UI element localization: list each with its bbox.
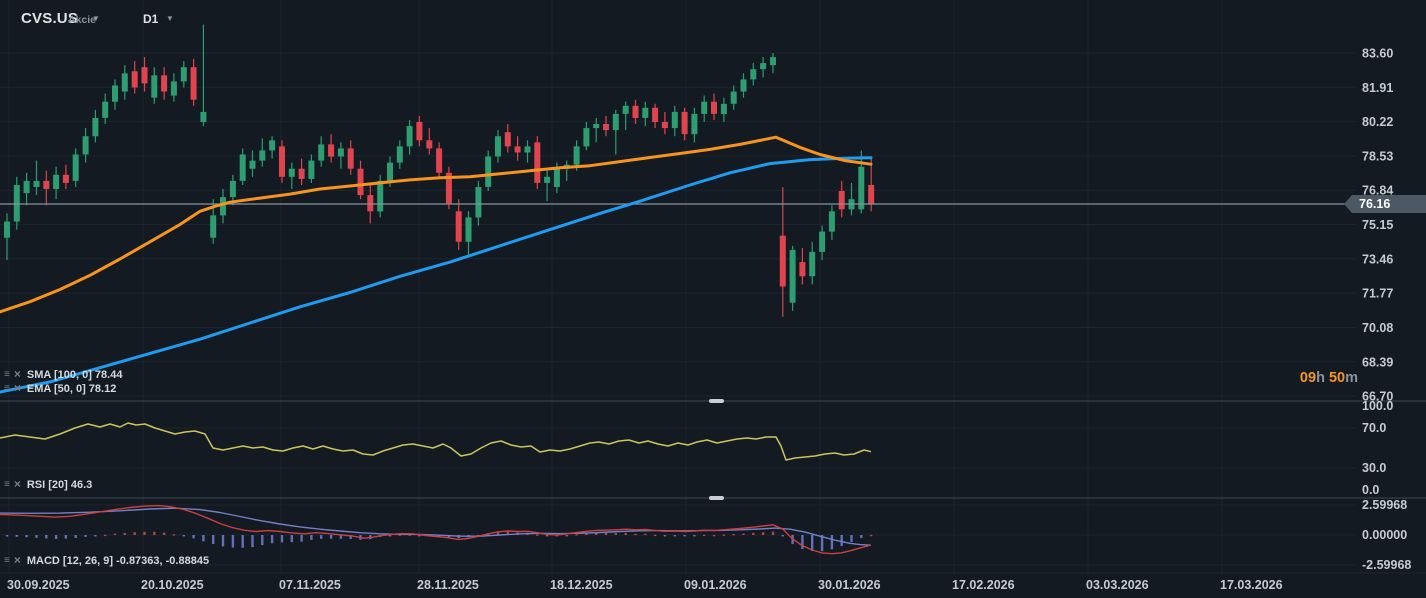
sma-line — [0, 156, 873, 394]
svg-text:71.77: 71.77 — [1362, 287, 1393, 301]
pane-resize-handle[interactable] — [709, 399, 724, 403]
svg-text:28.11.2025: 28.11.2025 — [417, 578, 479, 592]
rsi-legend-label: RSI [20] 46.3 — [26, 478, 93, 491]
macd-histogram — [5, 531, 873, 552]
rsi-line — [0, 422, 872, 461]
countdown-minutes: 50 — [1328, 370, 1346, 386]
svg-text:70.0: 70.0 — [1362, 421, 1386, 435]
svg-text:18.12.2025: 18.12.2025 — [550, 578, 613, 592]
macd-legend-row: ≡ × MACD [12, 26, 9] -0.87363, -0.88845 — [4, 554, 209, 567]
current-price-value: 76.16 — [1359, 197, 1391, 211]
symbol-dropdown-caret-icon[interactable]: ▼ — [92, 14, 100, 23]
svg-text:80.22: 80.22 — [1362, 115, 1393, 129]
pane-resize-handle[interactable] — [709, 496, 724, 500]
svg-text:20.10.2025: 20.10.2025 — [141, 578, 204, 592]
svg-text:0.0: 0.0 — [1362, 483, 1379, 497]
svg-text:75.15: 75.15 — [1362, 218, 1393, 232]
timeframe-selector[interactable]: D1 — [143, 12, 158, 26]
svg-text:30.09.2025: 30.09.2025 — [7, 578, 70, 592]
svg-text:17.02.2026: 17.02.2026 — [952, 578, 1015, 592]
countdown-hours: 09 — [1299, 370, 1317, 386]
macd-signal-line — [0, 507, 872, 546]
macd-legend-label: MACD [12, 26, 9] -0.87363, -0.88845 — [26, 554, 210, 567]
svg-text:09.01.2026: 09.01.2026 — [684, 578, 747, 592]
svg-text:70.08: 70.08 — [1362, 321, 1393, 335]
svg-text:-2.59968: -2.59968 — [1362, 558, 1411, 572]
svg-text:73.46: 73.46 — [1362, 252, 1393, 266]
current-price-badge: 76.16 — [1344, 195, 1426, 213]
svg-text:30.0: 30.0 — [1362, 461, 1386, 475]
svg-text:83.60: 83.60 — [1362, 47, 1393, 61]
svg-text:07.11.2025: 07.11.2025 — [279, 578, 341, 592]
svg-text:30.01.2026: 30.01.2026 — [818, 578, 881, 592]
macd-settings-icon[interactable]: ≡ — [4, 555, 10, 566]
price-axis-labels[interactable]: 83.6081.9180.2278.5376.8475.1573.4671.77… — [1362, 47, 1411, 573]
macd-remove-icon[interactable]: × — [14, 554, 21, 566]
timeframe-dropdown-caret-icon[interactable]: ▼ — [166, 14, 174, 23]
rsi-settings-icon[interactable]: ≡ — [4, 479, 10, 490]
svg-text:100.0: 100.0 — [1362, 399, 1393, 413]
svg-text:2.59968: 2.59968 — [1362, 498, 1407, 512]
svg-text:0.00000: 0.00000 — [1362, 528, 1407, 542]
ema-remove-icon[interactable]: × — [14, 382, 21, 394]
rsi-remove-icon[interactable]: × — [14, 478, 21, 490]
chart-topbar: CVS.US Akcie ▼ D1 ▼ — [0, 0, 1426, 34]
svg-text:17.03.2026: 17.03.2026 — [1220, 578, 1283, 592]
trading-chart-window: 83.60 81.91 80.22 78.53 76.84 75.15 73.46 71.77… — [0, 0, 1426, 598]
sma-remove-icon[interactable]: × — [14, 368, 21, 380]
countdown-minutes-unit: m — [1345, 370, 1358, 386]
countdown-hours-unit: h — [1316, 370, 1325, 386]
rsi-legend-row: ≡ × RSI [20] 46.3 — [4, 478, 92, 491]
sma-legend-row: ≡ × SMA [100, 0] 78.44 — [4, 368, 122, 381]
sma-settings-icon[interactable]: ≡ — [4, 369, 10, 380]
ema-settings-icon[interactable]: ≡ — [4, 383, 10, 394]
svg-text:81.91: 81.91 — [1362, 81, 1393, 95]
svg-text:03.03.2026: 03.03.2026 — [1086, 578, 1149, 592]
svg-text:78.53: 78.53 — [1362, 149, 1393, 163]
candle-close-countdown: 09h 50m — [1300, 370, 1358, 386]
sma-legend-label: SMA [100, 0] 78.44 — [26, 368, 123, 381]
ema-legend-label: EMA [50, 0] 78.12 — [26, 382, 117, 395]
svg-text:68.39: 68.39 — [1362, 355, 1393, 369]
date-axis-labels[interactable]: 30.09.2025 20.10.2025 07.11.2025 28.11.2025… — [7, 578, 1283, 592]
price-chart-canvas[interactable]: 83.6081.9180.2278.5376.8475.1573.4671.77… — [0, 0, 1426, 598]
ema-legend-row: ≡ × EMA [50, 0] 78.12 — [4, 382, 116, 395]
